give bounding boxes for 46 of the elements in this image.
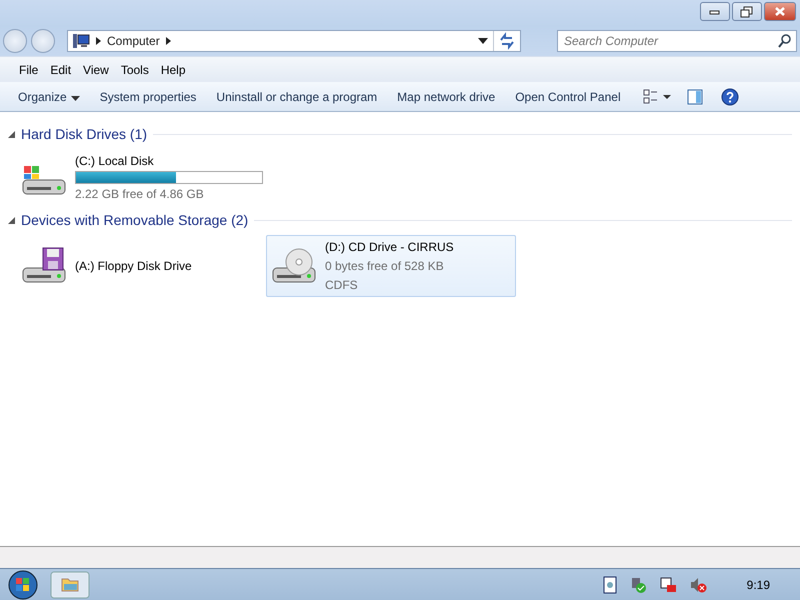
toolbar-button[interactable]: Map network drive	[387, 84, 506, 108]
search-field[interactable]: Search Computer	[557, 30, 797, 52]
start-button[interactable]	[8, 570, 38, 600]
drive-item[interactable]: (A:) Floppy Disk Drive	[16, 235, 266, 297]
group-header[interactable]: Devices with Removable Storage (2)	[21, 210, 248, 231]
speaker-muted-icon[interactable]	[688, 576, 707, 594]
drive-item[interactable]: (C:) Local Disk 2.22 GB free of 4.86 GB	[16, 149, 266, 206]
drive-details: 0 bytes free of 528 KB	[325, 258, 445, 275]
drive-name: (D:) CD Drive - CIRRUS	[325, 239, 454, 256]
computer-icon	[72, 33, 90, 49]
drive-name: (C:) Local Disk	[75, 153, 155, 170]
collapse-arrow-icon[interactable]	[8, 217, 15, 224]
close-icon	[774, 6, 786, 17]
caret-icon	[70, 96, 80, 100]
restore-button[interactable]	[732, 2, 762, 21]
toolbar-button[interactable]: System properties	[90, 84, 206, 108]
menu-item[interactable]: View	[78, 58, 114, 80]
drive-details: 2.22 GB free of 4.86 GB	[75, 186, 205, 203]
address-field[interactable]: Computer	[67, 30, 521, 52]
chevron-icon	[95, 36, 102, 46]
folder-icon[interactable]	[50, 570, 90, 598]
restore-icon	[740, 6, 754, 18]
menu-item[interactable]: Edit	[45, 58, 76, 80]
minimize-icon	[709, 8, 721, 14]
chevron-icon	[164, 36, 172, 46]
search-icon	[777, 33, 793, 49]
breadcrumb[interactable]: Computer	[107, 32, 160, 50]
minimize-button[interactable]	[700, 2, 730, 21]
drive-name: (A:) Floppy Disk Drive	[75, 258, 192, 275]
group-header[interactable]: Hard Disk Drives (1)	[21, 124, 148, 145]
document-icon[interactable]	[602, 576, 617, 594]
collapse-arrow-icon[interactable]	[8, 131, 15, 138]
menu-item[interactable]: Tools	[116, 58, 154, 80]
preview-pane-icon[interactable]	[686, 88, 703, 104]
toolbar-button[interactable]: Organize	[8, 84, 90, 108]
drive-item[interactable]: (D:) CD Drive - CIRRUS 0 bytes free of 528 KB CDFS	[266, 235, 516, 297]
help-icon[interactable]	[720, 88, 739, 106]
close-button[interactable]	[764, 2, 796, 21]
view-options-icon[interactable]	[642, 88, 673, 104]
toolbar-button[interactable]: Uninstall or change a program	[206, 84, 388, 108]
drive-details: CDFS	[325, 277, 359, 294]
menu-item[interactable]: File	[14, 58, 44, 80]
clock[interactable]: 9:19	[746, 576, 770, 594]
menu-item[interactable]: Help	[156, 58, 191, 80]
dropdown-icon[interactable]	[478, 38, 488, 44]
toolbar-button[interactable]: Open Control Panel	[505, 84, 631, 108]
